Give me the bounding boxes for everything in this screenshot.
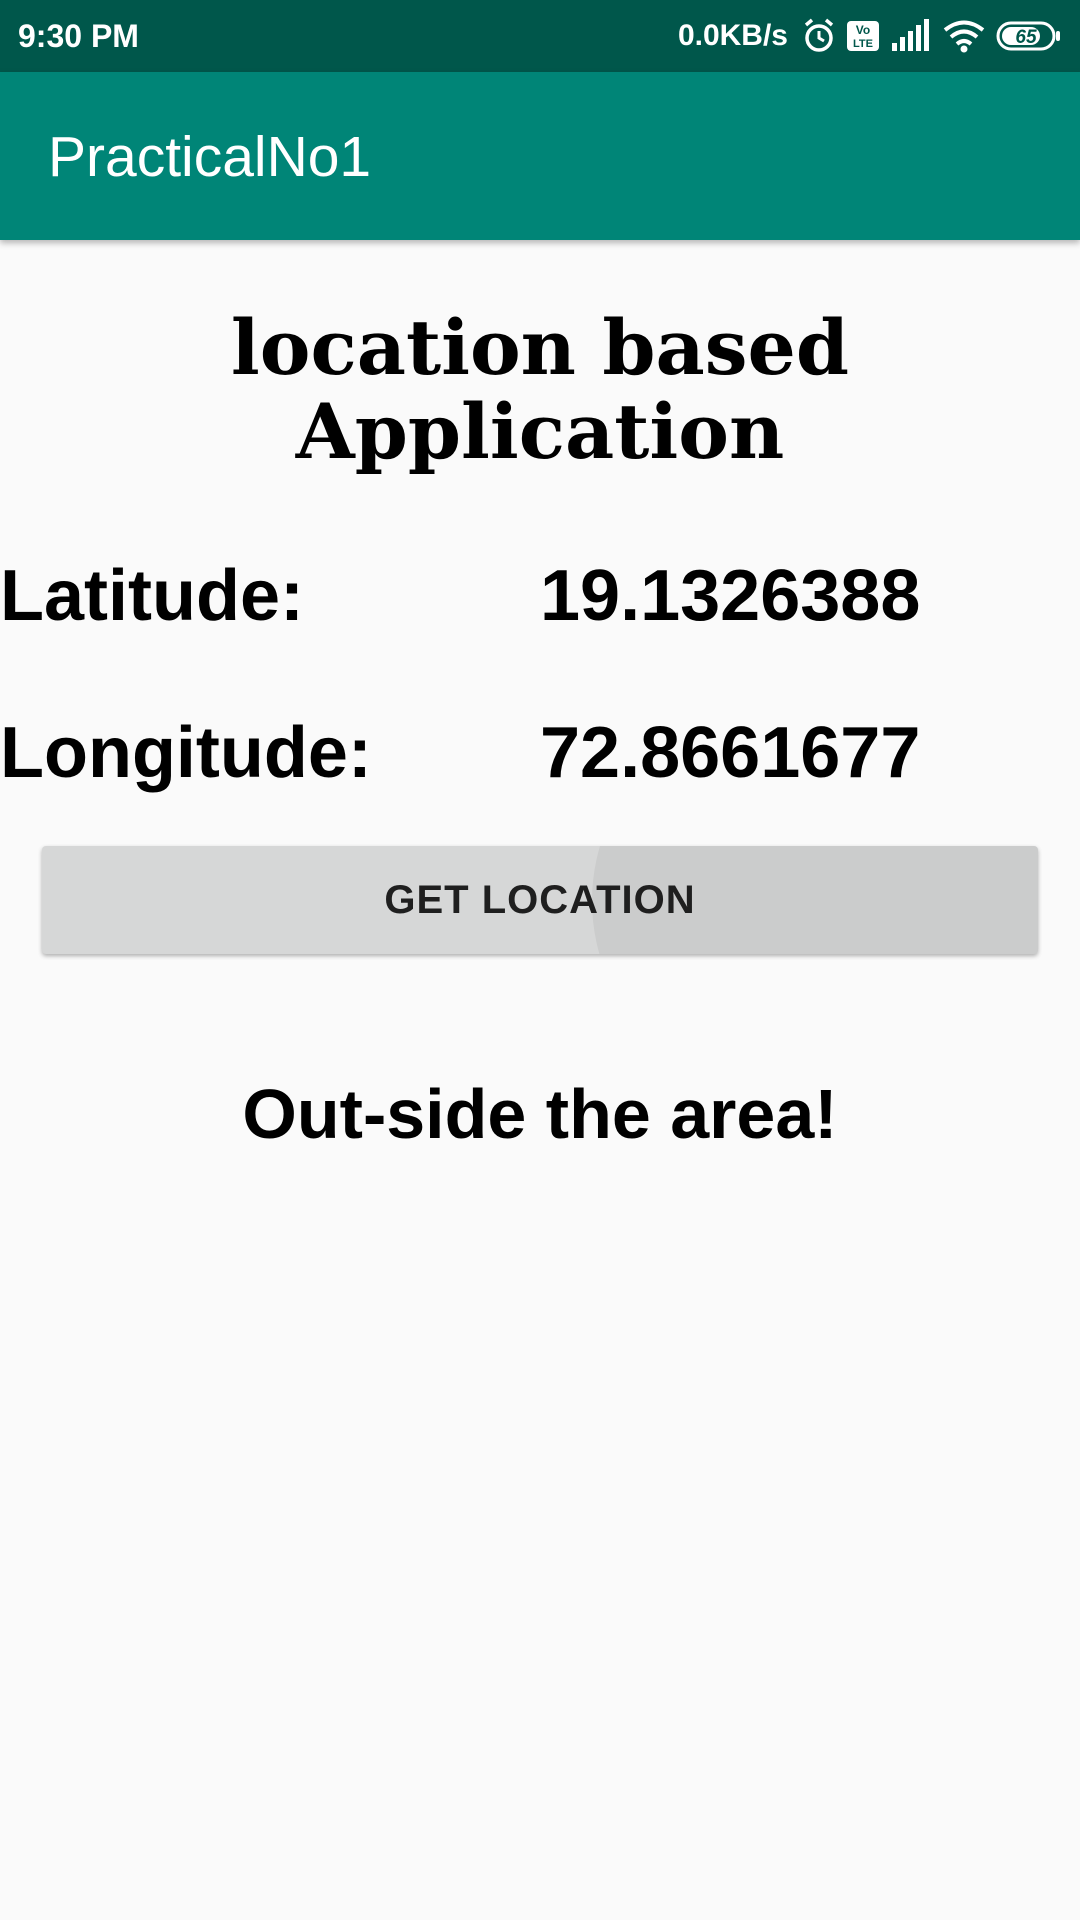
get-location-label: GET LOCATION (384, 878, 696, 922)
lte-text: LTE (853, 38, 873, 50)
page-title: location based Application (0, 306, 1080, 474)
longitude-label: Longitude: (0, 713, 372, 793)
longitude-value: 72.8661677 (540, 713, 921, 793)
page-title-line2: Application (295, 387, 785, 476)
latitude-value: 19.1326388 (540, 556, 921, 636)
volte-text: Vo (856, 23, 870, 37)
wifi-icon (942, 19, 986, 53)
network-speed: 0.0KB/s (677, 19, 788, 52)
alarm-icon (802, 18, 836, 54)
app-bar: PracticalNo1 (0, 72, 1080, 240)
battery-level: 65 (1015, 27, 1037, 48)
volte-icon: Vo LTE (846, 19, 880, 53)
signal-icon (890, 19, 932, 53)
page-title-line1: location based (230, 303, 850, 392)
get-location-button[interactable]: GET LOCATION (42, 846, 1038, 954)
status-time: 9:30 PM (18, 18, 139, 54)
status-bar: 9:30 PM 0.0KB/s Vo LTE 65 (0, 0, 1080, 72)
battery-icon: 65 (996, 19, 1062, 53)
latitude-label: Latitude: (0, 556, 304, 636)
app-title: PracticalNo1 (48, 125, 372, 189)
location-status-message: Out-side the area! (242, 1075, 838, 1153)
status-icons: 0.0KB/s Vo LTE 65 (678, 14, 1062, 58)
